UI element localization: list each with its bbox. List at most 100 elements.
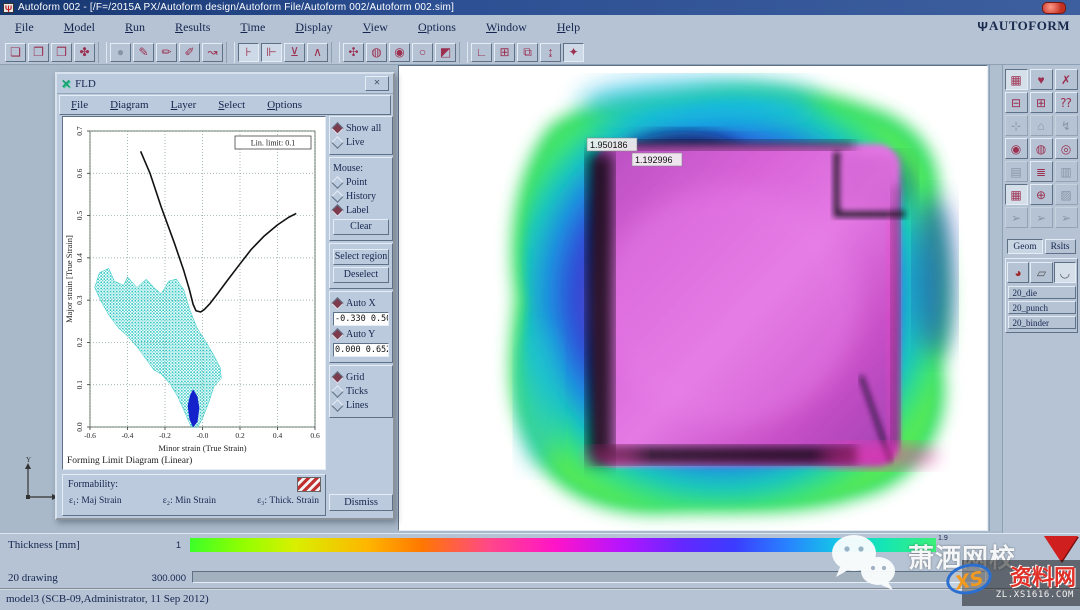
flag-button[interactable]: ⊻ <box>284 43 305 62</box>
menu-model[interactable]: Model <box>49 20 110 35</box>
rotate-button[interactable]: ✣ <box>343 43 364 62</box>
menu-time[interactable]: Time <box>225 20 280 35</box>
lines-checkbox[interactable]: Lines <box>333 400 389 411</box>
menu-bar: FileModelRunResultsTimeDisplayViewOption… <box>0 15 1080 41</box>
fld-chart[interactable]: -0.6-0.4-0.2-0.00.20.40.60.00.10.20.30.4… <box>63 117 325 469</box>
fld-menu-layer[interactable]: Layer <box>160 99 208 111</box>
query-button[interactable]: ⁇ <box>1055 92 1078 113</box>
3d-viewport[interactable]: 1.950186 1.192996 <box>398 65 988 531</box>
live-checkbox[interactable]: Live <box>333 137 389 148</box>
menu-file[interactable]: File <box>0 20 49 35</box>
heart-shape-button[interactable]: ♥ <box>1030 69 1053 90</box>
sphere-red-button[interactable]: ◍ <box>1030 138 1053 159</box>
curve-button[interactable]: ↝ <box>202 43 223 62</box>
sheet-tool-button[interactable]: ▱ <box>1030 262 1052 283</box>
die-tool-button[interactable]: ◕ <box>1007 262 1029 283</box>
ticks-checkbox[interactable]: Ticks <box>333 386 389 397</box>
y-range-field[interactable]: 0.000 0.652 <box>333 343 389 357</box>
export-button[interactable]: ✤ <box>74 43 95 62</box>
clear-button[interactable]: Clear <box>333 219 389 235</box>
fld-title-bar[interactable]: ✕ FLD ✕ <box>57 74 393 94</box>
globe-shade-icon: ◉ <box>394 45 404 59</box>
grid-checkbox[interactable]: Grid <box>333 372 389 383</box>
color-scale-gradient[interactable] <box>190 538 936 552</box>
formability-layers-icon[interactable] <box>297 477 321 492</box>
split-plus-button[interactable]: ⊞ <box>1030 92 1053 113</box>
sphere-button[interactable]: ○ <box>412 43 433 62</box>
fit-view-button[interactable]: ⊞ <box>494 43 515 62</box>
dismiss-button[interactable]: Dismiss <box>329 494 393 511</box>
mouse-radio-history[interactable]: History <box>333 191 389 202</box>
globe-shade-button[interactable]: ◉ <box>389 43 410 62</box>
object-button-20_punch[interactable]: 20_punch <box>1008 301 1076 314</box>
sphere-mark-button[interactable]: ◎ <box>1055 138 1078 159</box>
anchor-button[interactable]: ↨ <box>540 43 561 62</box>
measurement-label[interactable]: 1.950186 <box>587 138 637 151</box>
auto-x-checkbox[interactable]: Auto X <box>333 298 389 309</box>
fld-menu-diagram[interactable]: Diagram <box>99 99 160 111</box>
object-button-20_die[interactable]: 20_die <box>1008 286 1076 299</box>
fld-menu-select[interactable]: Select <box>207 99 256 111</box>
globe-wire-button[interactable]: ◍ <box>366 43 387 62</box>
arrow-gray-3-button: ➢ <box>1055 207 1078 228</box>
measurement-label[interactable]: 1.192996 <box>632 153 682 166</box>
clip-button[interactable]: ◩ <box>435 43 456 62</box>
binder-tool-button[interactable]: ◡ <box>1054 262 1076 283</box>
sphere-cross-button[interactable]: ⊕ <box>1030 184 1053 205</box>
svg-text:0.6: 0.6 <box>75 168 84 178</box>
stage-slider[interactable] <box>192 571 986 583</box>
show-all-checkbox[interactable]: Show all <box>333 123 389 134</box>
tab-rslts[interactable]: Rslts <box>1045 239 1076 254</box>
arrow-gray-1-icon: ➢ <box>1011 211 1021 225</box>
tab-geom[interactable]: Geom <box>1007 239 1042 254</box>
tool-a-button[interactable]: ✎ <box>133 43 154 62</box>
mouse-radio-point[interactable]: Point <box>333 177 389 188</box>
app-window: Ψ Autoform 002 - [/F=/2015A PX/Autoform … <box>0 0 1080 608</box>
window-control-button[interactable] <box>1042 2 1066 14</box>
peak-button[interactable]: ∧ <box>307 43 328 62</box>
menu-help[interactable]: Help <box>542 20 595 35</box>
new-file-button[interactable]: ❏ <box>5 43 26 62</box>
menu-run[interactable]: Run <box>110 20 160 35</box>
fld-chart-panel[interactable]: -0.6-0.4-0.2-0.00.20.40.60.00.10.20.30.4… <box>62 116 326 470</box>
mouse-radio-label[interactable]: Label <box>333 205 389 216</box>
deselect-button[interactable]: Deselect <box>333 267 389 283</box>
menu-window[interactable]: Window <box>471 20 542 35</box>
process-stage-bar: 20 drawing 300.000 <box>0 560 1080 588</box>
auto-y-checkbox[interactable]: Auto Y <box>333 329 389 340</box>
right-tool-panel: ▦♥✗⊟⊞⁇⊹⌂↯◉◍◎▤≣▥▦⊕▨➢➢➢ GeomRslts ◕▱◡ 20_d… <box>1002 65 1080 533</box>
undo-button[interactable]: ● <box>110 43 131 62</box>
copy-view-button[interactable]: ⧉ <box>517 43 538 62</box>
menu-view[interactable]: View <box>348 20 403 35</box>
open-file-icon: ❐ <box>33 45 44 59</box>
layers-red-button[interactable]: ≣ <box>1030 161 1053 182</box>
result-grid-button[interactable]: ▦ <box>1005 69 1028 90</box>
fld-menu-file[interactable]: File <box>60 99 99 111</box>
fld-close-button[interactable]: ✕ <box>365 76 389 91</box>
layers-alt-icon: ▥ <box>1060 165 1071 179</box>
select-region-button[interactable]: Select region <box>333 249 389 265</box>
section-y-button[interactable]: ⊩ <box>261 43 282 62</box>
x-range-field[interactable]: -0.330 0.500 <box>333 312 389 326</box>
fld-menu-options[interactable]: Options <box>256 99 313 111</box>
tool-c-icon: ✐ <box>184 45 194 59</box>
save-file-button[interactable]: ❒ <box>51 43 72 62</box>
section-x-button[interactable]: ⊦ <box>238 43 259 62</box>
object-button-20_binder[interactable]: 20_binder <box>1008 316 1076 329</box>
tool-c-button[interactable]: ✐ <box>179 43 200 62</box>
delete-result-icon: ✗ <box>1061 73 1071 87</box>
delete-result-button[interactable]: ✗ <box>1055 69 1078 90</box>
menu-options[interactable]: Options <box>403 20 471 35</box>
tool-b-button[interactable]: ✏ <box>156 43 177 62</box>
menu-display[interactable]: Display <box>280 20 347 35</box>
open-file-button[interactable]: ❐ <box>28 43 49 62</box>
hatch-gray-icon: ▨ <box>1060 188 1071 202</box>
tool-gray-3-button: ↯ <box>1055 115 1078 136</box>
grid-active-button[interactable]: ▦ <box>1005 184 1028 205</box>
split-minus-button[interactable]: ⊟ <box>1005 92 1028 113</box>
active-tool-button[interactable]: ✦ <box>563 43 584 62</box>
sphere-pair-button[interactable]: ◉ <box>1005 138 1028 159</box>
title-bar[interactable]: Ψ Autoform 002 - [/F=/2015A PX/Autoform … <box>0 0 1080 15</box>
axes-button[interactable]: ∟ <box>471 43 492 62</box>
menu-results[interactable]: Results <box>160 20 225 35</box>
